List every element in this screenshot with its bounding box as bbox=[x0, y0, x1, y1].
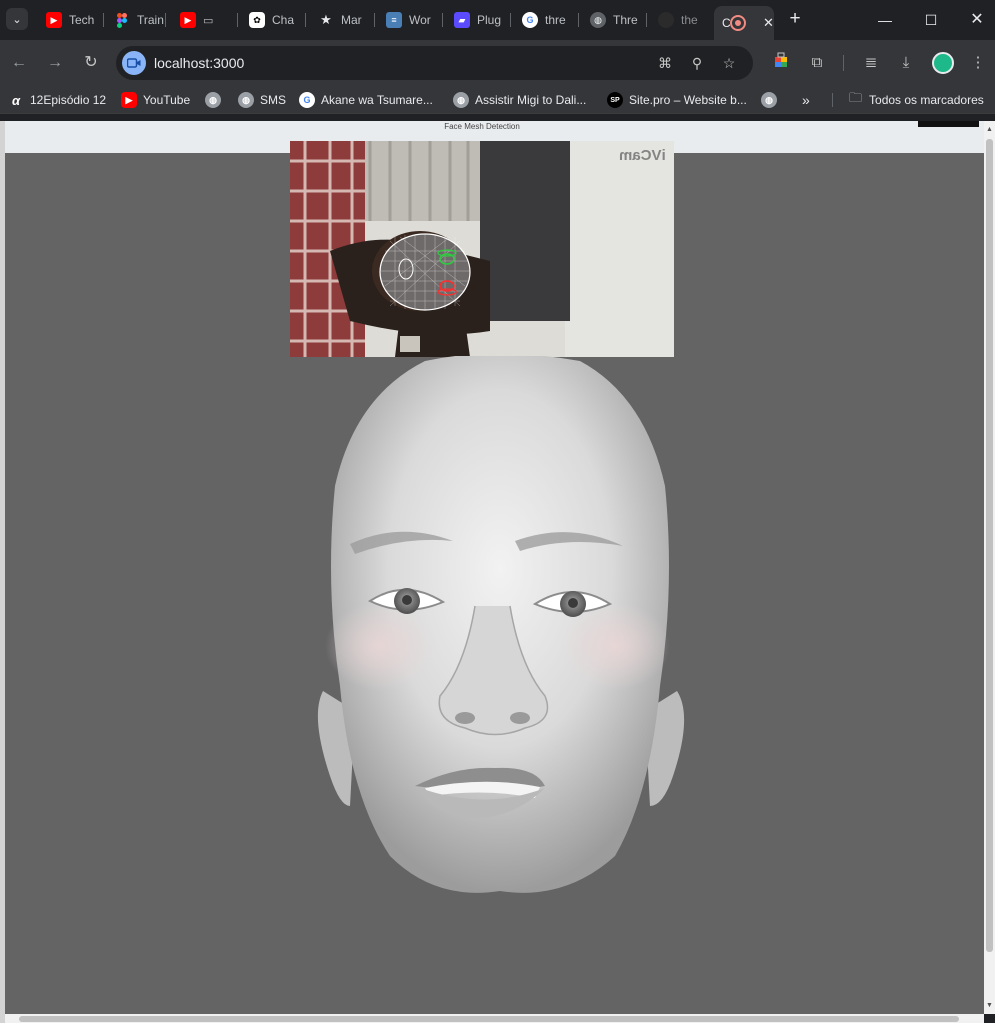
bookmark-item[interactable]: G Akane wa Tsumare... bbox=[299, 91, 433, 109]
profile-avatar[interactable] bbox=[932, 52, 954, 74]
bookmarks-overflow-button[interactable]: » bbox=[802, 91, 810, 109]
tab-8[interactable]: G thre bbox=[514, 6, 579, 34]
tab-10[interactable]: the bbox=[650, 6, 714, 34]
webcam-scene bbox=[290, 141, 674, 357]
bookmark-item[interactable]: ◍ SMS bbox=[238, 91, 286, 109]
close-tab-icon[interactable]: ✕ bbox=[763, 15, 774, 31]
address-bar[interactable]: localhost:3000 ⌘ ⚲ ☆ bbox=[116, 46, 753, 80]
youtube-icon: ▶ bbox=[180, 12, 196, 28]
vertical-scroll-thumb[interactable] bbox=[986, 139, 993, 952]
bookmarks-bar: α 12Episódio 12 ▶ YouTube ◍ ◍ SMS G Akan… bbox=[0, 86, 995, 114]
url-text: localhost:3000 bbox=[154, 55, 245, 71]
scroll-up-icon[interactable]: ▲ bbox=[985, 125, 994, 134]
tab-5[interactable]: ★ Mar bbox=[310, 6, 375, 34]
globe-icon: ◍ bbox=[590, 12, 606, 28]
github-icon bbox=[658, 12, 674, 28]
bookmark-item[interactable]: SP Site.pro – Website b... bbox=[607, 91, 747, 109]
chatgpt-icon: ✿ bbox=[249, 12, 265, 28]
plugin-icon: ▰ bbox=[454, 12, 470, 28]
browser-toolbar: ← → ↻ localhost:3000 ⌘ ⚲ ☆ ⧉ ≣ ⤓ ⋮ bbox=[0, 40, 995, 86]
reading-list-icon[interactable]: ≣ bbox=[860, 52, 882, 74]
back-icon[interactable]: ← bbox=[8, 52, 30, 74]
globe-icon: ◍ bbox=[453, 92, 469, 108]
all-bookmarks-button[interactable]: 🗀 Todos os marcadores bbox=[849, 90, 984, 109]
menu-icon[interactable]: ⋮ bbox=[967, 52, 989, 74]
reload-icon[interactable]: ↻ bbox=[80, 52, 102, 74]
recording-icon bbox=[730, 15, 746, 31]
globe-icon: ◍ bbox=[761, 92, 777, 108]
forward-icon[interactable]: → bbox=[44, 52, 66, 74]
horizontal-scroll-thumb[interactable] bbox=[19, 1016, 959, 1022]
tab-6[interactable]: ≡ Wor bbox=[378, 6, 443, 34]
bookmark-item[interactable]: ◍ bbox=[761, 91, 783, 109]
anime-icon: α bbox=[11, 92, 21, 108]
bookmark-item[interactable]: ▶ YouTube bbox=[121, 91, 190, 109]
header-strip bbox=[918, 121, 979, 127]
zoom-icon[interactable]: ⚲ bbox=[688, 54, 706, 72]
maximize-button[interactable]: ☐ bbox=[908, 8, 954, 32]
page-title: Face Mesh Detection bbox=[444, 122, 520, 131]
bookmark-item[interactable]: ◍ Assistir Migi to Dali... bbox=[453, 91, 586, 109]
tab-strip: ⌄ ▶ Tech Train ▶ ▭ ✿ Cha ★ Mar ≡ Wor ▰ P… bbox=[0, 0, 995, 40]
extension-color-icon[interactable] bbox=[770, 52, 792, 74]
horizontal-scrollbar[interactable] bbox=[5, 1014, 984, 1023]
picture-in-picture-icon: ▭ bbox=[203, 14, 214, 27]
bookmark-item[interactable]: ◍ bbox=[205, 91, 227, 109]
close-window-button[interactable]: ✕ bbox=[954, 8, 995, 32]
bookmark-star-icon[interactable]: ☆ bbox=[720, 54, 738, 72]
download-icon[interactable]: ⤓ bbox=[895, 52, 917, 74]
google-icon: G bbox=[522, 12, 538, 28]
bookmark-item[interactable]: α 12Episódio 12 bbox=[8, 91, 106, 109]
doc-icon: ≡ bbox=[386, 12, 402, 28]
vertical-scrollbar[interactable]: ▲ ▼ bbox=[984, 121, 995, 1014]
translate-icon[interactable]: ⌘ bbox=[656, 54, 674, 72]
scroll-down-icon[interactable]: ▼ bbox=[985, 1001, 994, 1010]
tab-1[interactable]: ▶ Tech bbox=[38, 6, 104, 34]
webcam-brand-watermark: iVCam bbox=[619, 147, 666, 164]
tab-3[interactable]: ▶ ▭ bbox=[172, 6, 238, 34]
globe-icon: ◍ bbox=[238, 92, 254, 108]
tab-search-button[interactable]: ⌄ bbox=[6, 8, 28, 30]
new-tab-button[interactable]: + bbox=[785, 9, 805, 29]
tab-2[interactable]: Train bbox=[106, 6, 166, 34]
page-viewport: Face Mesh Detection iVCam bbox=[5, 121, 984, 1014]
tab-active[interactable]: C ✕ bbox=[714, 6, 774, 40]
tab-4[interactable]: ✿ Cha bbox=[241, 6, 306, 34]
camera-icon[interactable] bbox=[122, 51, 146, 75]
figma-icon bbox=[114, 12, 130, 28]
avatar-3d-face bbox=[317, 356, 685, 893]
google-icon: G bbox=[299, 92, 315, 108]
youtube-icon: ▶ bbox=[46, 12, 62, 28]
webcam-feed: iVCam bbox=[290, 141, 674, 357]
globe-icon: ◍ bbox=[205, 92, 221, 108]
star-icon: ★ bbox=[320, 12, 332, 27]
tab-9[interactable]: ◍ Thre bbox=[582, 6, 647, 34]
extensions-icon[interactable]: ⧉ bbox=[806, 52, 828, 74]
sitepro-icon: SP bbox=[607, 92, 623, 108]
minimize-button[interactable]: — bbox=[862, 8, 908, 32]
folder-icon: 🗀 bbox=[849, 90, 863, 105]
tab-7[interactable]: ▰ Plug bbox=[446, 6, 511, 34]
youtube-icon: ▶ bbox=[121, 92, 137, 108]
